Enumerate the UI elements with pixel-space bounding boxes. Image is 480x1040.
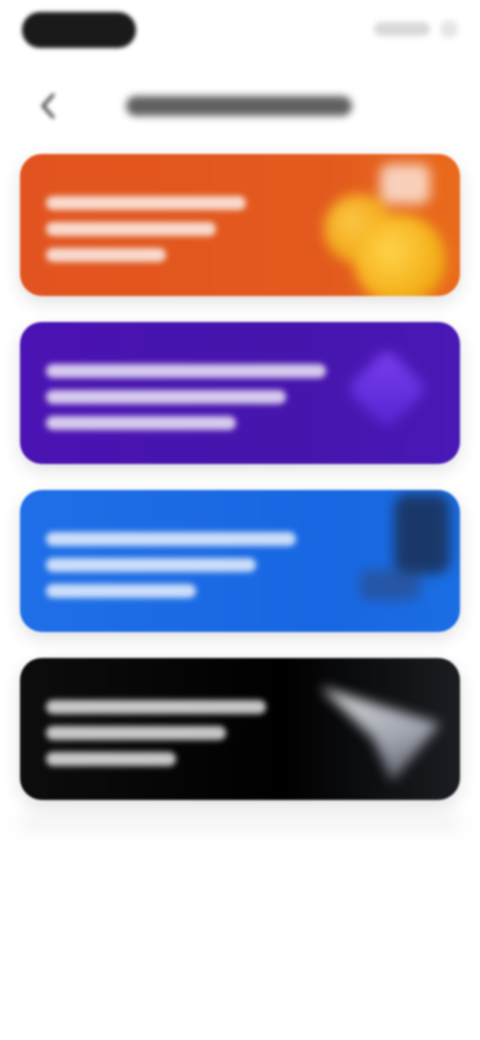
page-title	[126, 90, 356, 122]
card-subtitle-line	[46, 416, 236, 430]
status-time-pill	[22, 12, 136, 48]
status-bar	[0, 0, 480, 60]
back-arrow-icon[interactable]	[34, 90, 62, 122]
card-title-line	[46, 700, 266, 714]
promo-card-black[interactable]	[20, 658, 460, 800]
promo-card-orange[interactable]	[20, 154, 460, 296]
card-subtitle-line	[46, 752, 176, 766]
chevron-left-icon	[41, 93, 55, 119]
card-subtitle-line	[46, 726, 226, 740]
card-subtitle-line	[46, 248, 166, 262]
card-title-line	[46, 532, 296, 546]
promo-card-blue[interactable]	[20, 490, 460, 632]
battery-icon	[440, 20, 458, 38]
page-header	[0, 76, 480, 136]
gem-icon	[320, 322, 460, 464]
card-title-line	[46, 196, 246, 210]
promo-card-purple[interactable]	[20, 322, 460, 464]
list-shadow	[20, 812, 460, 832]
device-icon	[320, 490, 460, 632]
card-subtitle-line	[46, 390, 286, 404]
card-subtitle-line	[46, 584, 196, 598]
paper-plane-icon	[320, 658, 460, 800]
card-subtitle-line	[46, 558, 256, 572]
card-title-line	[46, 364, 326, 378]
card-subtitle-line	[46, 222, 216, 236]
status-indicators	[374, 22, 430, 36]
coins-icon	[320, 154, 460, 296]
